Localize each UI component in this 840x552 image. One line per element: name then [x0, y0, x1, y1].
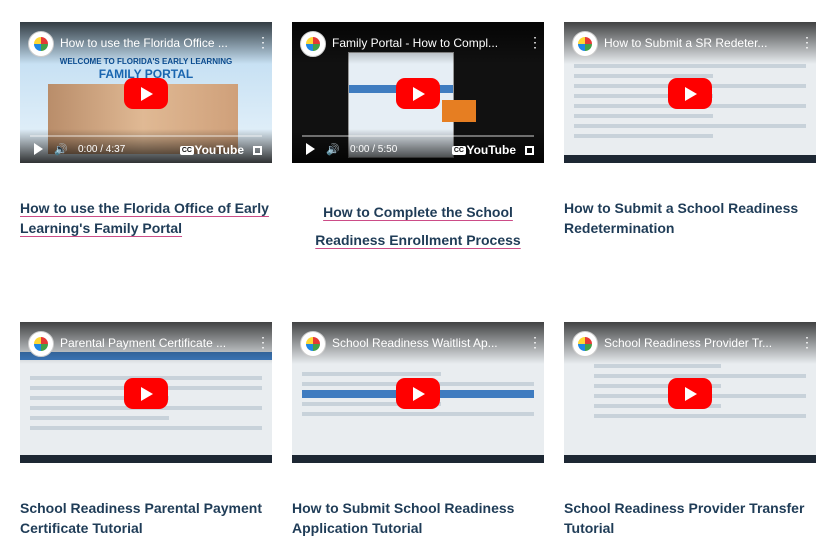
video-card-5: School Readiness Waitlist Ap... ⋮ How to…: [292, 322, 544, 538]
play-icon[interactable]: [124, 377, 168, 409]
video-link-1[interactable]: How to use the Florida Office of Early L…: [20, 200, 269, 236]
more-vertical-icon[interactable]: ⋮: [256, 34, 270, 50]
control-play-icon[interactable]: [306, 143, 315, 155]
video-title[interactable]: Parental Payment Certificate ...: [60, 336, 240, 350]
video-card-4: Parental Payment Certificate ... ⋮ Schoo…: [20, 322, 272, 538]
video-title[interactable]: How to Submit a SR Redeter...: [604, 36, 784, 50]
video-thumbnail-4[interactable]: Parental Payment Certificate ... ⋮: [20, 322, 272, 463]
video-title[interactable]: School Readiness Provider Tr...: [604, 336, 784, 350]
portal-badge: [442, 100, 476, 122]
video-card-6: School Readiness Provider Tr... ⋮ School…: [564, 322, 816, 538]
video-card-1: WELCOME TO FLORIDA'S EARLY LEARNING FAMI…: [20, 22, 272, 238]
progress-bar[interactable]: [30, 135, 262, 137]
video-thumbnail-6[interactable]: School Readiness Provider Tr... ⋮: [564, 322, 816, 463]
video-thumbnail-5[interactable]: School Readiness Waitlist Ap... ⋮: [292, 322, 544, 463]
volume-icon[interactable]: 🔊: [54, 143, 68, 156]
channel-logo-icon[interactable]: [300, 331, 326, 357]
channel-logo-icon[interactable]: [300, 31, 326, 57]
video-link-2-line-2[interactable]: Readiness Enrollment Process: [315, 232, 520, 248]
video-title[interactable]: Family Portal - How to Compl...: [332, 36, 512, 50]
video-caption-2: How to Complete the School Readiness Enr…: [292, 198, 544, 254]
more-vertical-icon[interactable]: ⋮: [256, 334, 270, 350]
video-card-3: How to Submit a SR Redeter... ⋮ How to S…: [564, 22, 816, 238]
more-vertical-icon[interactable]: ⋮: [528, 34, 542, 50]
channel-logo-icon[interactable]: [28, 31, 54, 57]
more-vertical-icon[interactable]: ⋮: [800, 334, 814, 350]
play-icon[interactable]: [396, 377, 440, 409]
video-link-2-line-1[interactable]: How to Complete the School: [323, 204, 513, 220]
video-caption-6[interactable]: School Readiness Provider Transfer Tutor…: [564, 498, 816, 538]
video-caption-1: How to use the Florida Office of Early L…: [20, 198, 272, 238]
taskbar: [20, 455, 272, 463]
video-thumbnail-2[interactable]: Family Portal - How to Compl... ⋮ 🔊 0:00…: [292, 22, 544, 163]
play-icon[interactable]: [668, 377, 712, 409]
play-icon[interactable]: [124, 77, 168, 109]
captions-button[interactable]: CC: [179, 146, 194, 155]
more-vertical-icon[interactable]: ⋮: [800, 34, 814, 50]
fullscreen-icon[interactable]: [525, 146, 534, 155]
taskbar: [564, 155, 816, 163]
time-display: 0:00 / 5:50: [350, 144, 398, 155]
channel-logo-icon[interactable]: [28, 331, 54, 357]
channel-logo-icon[interactable]: [572, 331, 598, 357]
youtube-logo[interactable]: YouTube: [194, 143, 244, 157]
more-vertical-icon[interactable]: ⋮: [528, 334, 542, 350]
progress-bar[interactable]: [302, 135, 534, 137]
video-caption-4[interactable]: School Readiness Parental Payment Certif…: [20, 498, 272, 538]
video-thumbnail-1[interactable]: WELCOME TO FLORIDA'S EARLY LEARNING FAMI…: [20, 22, 272, 163]
taskbar: [564, 455, 816, 463]
taskbar: [292, 455, 544, 463]
video-caption-5[interactable]: How to Submit School Readiness Applicati…: [292, 498, 544, 538]
time-display: 0:00 / 4:37: [78, 144, 126, 155]
video-card-2: Family Portal - How to Compl... ⋮ 🔊 0:00…: [292, 22, 544, 254]
youtube-logo[interactable]: YouTube: [466, 143, 516, 157]
play-icon[interactable]: [668, 77, 712, 109]
captions-button[interactable]: CC: [451, 146, 466, 155]
channel-logo-icon[interactable]: [572, 31, 598, 57]
play-icon[interactable]: [396, 77, 440, 109]
fullscreen-icon[interactable]: [253, 146, 262, 155]
volume-icon[interactable]: 🔊: [326, 143, 340, 156]
video-thumbnail-3[interactable]: How to Submit a SR Redeter... ⋮: [564, 22, 816, 163]
video-title[interactable]: School Readiness Waitlist Ap...: [332, 336, 512, 350]
video-title[interactable]: How to use the Florida Office ...: [60, 36, 240, 50]
video-caption-3[interactable]: How to Submit a School Readiness Redeter…: [564, 198, 816, 238]
control-play-icon[interactable]: [34, 143, 43, 155]
